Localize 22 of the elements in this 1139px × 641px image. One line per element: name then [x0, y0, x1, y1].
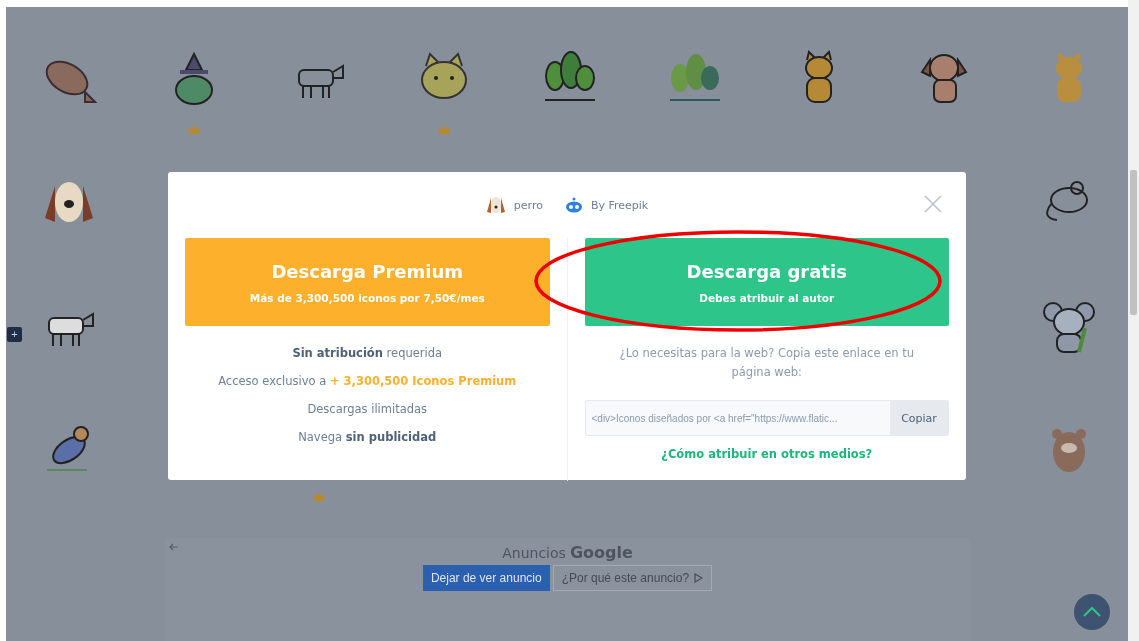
icon-name: perro — [513, 198, 543, 212]
why-ad-button[interactable]: ¿Por qué este anuncio? — [552, 565, 713, 591]
scroll-to-top-button[interactable] — [1074, 594, 1110, 630]
embed-code-field[interactable]: <div>Iconos diseñados por <a href="https://www.flatic... Copiar — [584, 400, 949, 436]
robot-icon — [564, 197, 583, 213]
feature-text: Acceso exclusivo a + 3,300,500 Iconos Premium — [218, 374, 517, 388]
feature-text: Descargas ilimitadas — [307, 402, 428, 416]
feature-text: Sin atribución requerida — [292, 346, 443, 360]
ad-brand: Google — [569, 543, 633, 562]
copy-button[interactable]: Copiar — [890, 401, 948, 435]
add-button[interactable]: + — [7, 327, 22, 342]
play-icon — [693, 573, 704, 583]
hint-text: ¿Lo necesitas para la web? Copia este enlace en tu página web: — [618, 345, 915, 381]
chevron-up-icon — [1082, 606, 1102, 618]
feature-text: Navega sin publicidad — [298, 430, 437, 444]
author-link[interactable]: By Freepik — [590, 198, 649, 212]
scrollbar[interactable] — [1128, 0, 1139, 641]
ad-label: Anuncios — [502, 545, 566, 561]
free-download-button[interactable]: Descarga gratis Debes atribuir al autor — [584, 238, 949, 326]
dog-face-icon — [485, 195, 506, 215]
stop-ad-button[interactable]: Dejar de ver anuncio — [422, 565, 550, 591]
attribution-link[interactable]: ¿Cómo atribuir en otros medios? — [661, 447, 873, 461]
